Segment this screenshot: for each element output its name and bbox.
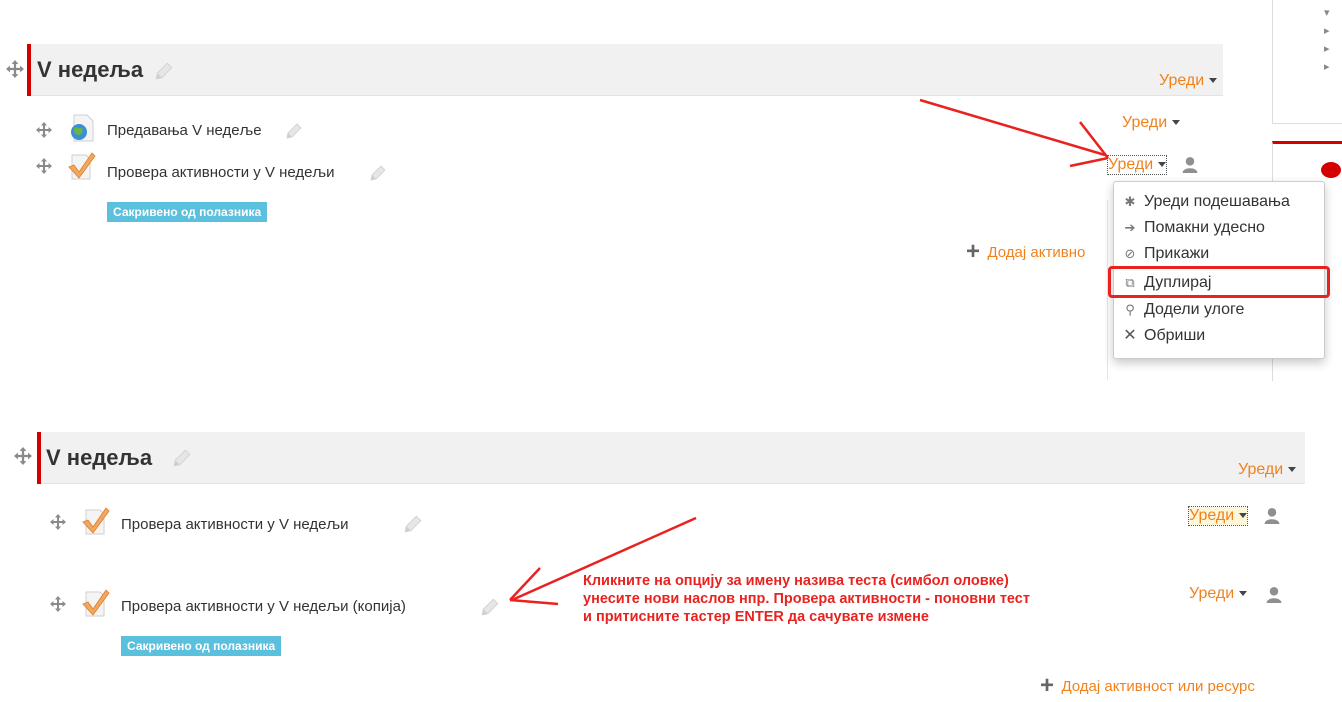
move-icon[interactable]	[36, 122, 52, 138]
menu-item-delete[interactable]: ✕ Обриши	[1122, 325, 1205, 347]
delete-x-icon: ✕	[1123, 327, 1137, 344]
edit-title-pencil-icon[interactable]	[154, 61, 174, 81]
section-title: V недеља	[46, 445, 153, 470]
menu-item-edit-settings[interactable]: ✱ Уреди подешавања	[1122, 191, 1290, 213]
quiz-icon	[68, 152, 96, 180]
eye-slash-icon: ⊘	[1124, 246, 1136, 261]
user-icon[interactable]	[1266, 586, 1282, 603]
gear-icon: ✱	[1124, 194, 1136, 209]
side-block	[1272, 0, 1342, 124]
edit-title-pencil-icon[interactable]	[369, 164, 387, 182]
plus-icon: +	[966, 238, 981, 265]
section-edit-menu[interactable]: Уреди	[1238, 461, 1297, 479]
activity-edit-label: Уреди	[1189, 507, 1235, 524]
activity-edit-label: Уреди	[1189, 585, 1235, 602]
arrow-right-icon: ➔	[1124, 220, 1136, 235]
chevron-down-icon	[1172, 120, 1181, 126]
chat-icon[interactable]	[1320, 160, 1342, 182]
user-icon[interactable]	[1264, 507, 1280, 524]
section-marker	[27, 44, 31, 96]
edit-title-pencil-icon[interactable]	[403, 514, 423, 534]
move-icon[interactable]	[36, 158, 52, 174]
edit-title-pencil-icon[interactable]	[285, 122, 303, 140]
activity-edit-menu[interactable]: Уреди	[1187, 506, 1249, 526]
quiz-icon	[82, 507, 110, 535]
plus-icon: +	[1040, 672, 1055, 699]
activity-link-quiz[interactable]: Провера активности у V недељи	[107, 164, 335, 181]
section-header	[40, 432, 1305, 484]
section-edit-menu[interactable]: Уреди	[1159, 72, 1218, 90]
add-activity-label: Додај активно	[987, 243, 1086, 261]
collapse-icons[interactable]: ▾ ▸ ▸ ▸	[1324, 4, 1330, 76]
url-resource-icon	[71, 114, 94, 142]
hidden-badge: Сакривено од полазника	[121, 636, 282, 656]
move-icon[interactable]	[14, 447, 32, 465]
duplicate-highlight	[1108, 266, 1330, 298]
chevron-down-icon	[1239, 591, 1248, 597]
edit-title-pencil-icon[interactable]	[480, 597, 500, 617]
move-icon[interactable]	[50, 596, 66, 612]
annotation-line: Кликните на опцију за имену назива теста…	[583, 573, 1009, 589]
edit-title-pencil-icon[interactable]	[172, 448, 192, 468]
add-activity-link[interactable]: + Додај активно	[966, 238, 1086, 265]
section-edit-label: Уреди	[1238, 461, 1284, 478]
annotation-line: и притисните тастер ENTER да сачувате из…	[583, 609, 929, 625]
menu-item-assign-roles[interactable]: ⚲ Додели улоге	[1122, 299, 1244, 321]
section-edit-label: Уреди	[1159, 72, 1205, 89]
chevron-down-icon	[1209, 78, 1218, 84]
user-icon[interactable]	[1182, 156, 1198, 173]
annotation-arrow-top	[919, 98, 1109, 168]
chevron-down-icon	[1239, 513, 1248, 519]
activity-link-quiz-copy[interactable]: Провера активности у V недељи (копија)	[121, 598, 406, 615]
activity-link-quiz[interactable]: Провера активности у V недељи	[121, 516, 349, 533]
chevron-down-icon	[1288, 467, 1297, 473]
move-icon[interactable]	[50, 514, 66, 530]
section-header	[30, 44, 1223, 96]
activity-edit-menu[interactable]: Уреди	[1189, 585, 1248, 603]
annotation-line: унесите нови наслов нпр. Провера активно…	[583, 591, 1030, 607]
menu-item-show[interactable]: ⊘ Прикажи	[1122, 243, 1210, 265]
move-icon[interactable]	[6, 60, 24, 78]
activity-link-lecture[interactable]: Предавања V недеље	[107, 122, 262, 139]
chevron-down-icon	[1158, 162, 1167, 168]
quiz-icon	[82, 589, 110, 617]
add-activity-link[interactable]: + Додај активност или ресурс	[1040, 672, 1255, 699]
add-activity-label: Додај активност или ресурс	[1061, 677, 1255, 695]
assign-role-icon: ⚲	[1125, 302, 1135, 317]
section-marker	[37, 432, 41, 484]
section-title: V недеља	[37, 57, 144, 82]
menu-item-move-right[interactable]: ➔ Помакни удесно	[1122, 217, 1265, 239]
hidden-badge: Сакривено од полазника	[107, 202, 268, 222]
